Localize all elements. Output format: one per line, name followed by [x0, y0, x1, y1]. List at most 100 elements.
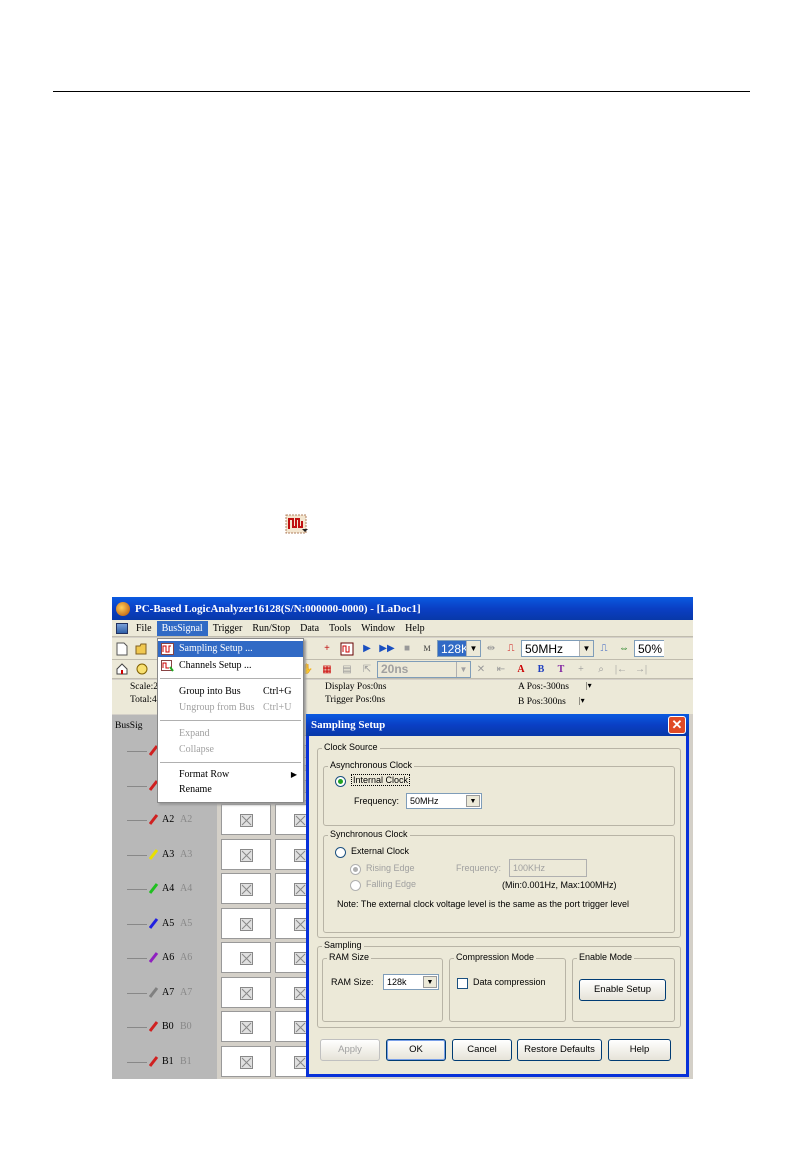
trigger-cell[interactable]: [221, 1011, 271, 1042]
restore-defaults-button[interactable]: Restore Defaults: [517, 1039, 602, 1061]
enable-mode-group: Enable Mode Enable Setup: [572, 952, 675, 1022]
internal-clock-radio[interactable]: [335, 776, 346, 787]
run-icon[interactable]: ▶: [358, 641, 376, 657]
grid-icon[interactable]: ▤: [338, 661, 356, 677]
signal-row[interactable]: A7 A7: [112, 976, 217, 1010]
rising-edge-radio[interactable]: [350, 864, 361, 875]
falling-edge-radio[interactable]: [350, 880, 361, 891]
sampling-setup-icon: [285, 514, 308, 534]
ext-frequency-value: 100KHz: [513, 863, 546, 873]
compress-icon[interactable]: ⇹: [482, 641, 500, 657]
sync-clock-label: Synchronous Clock: [328, 829, 410, 839]
stop-icon[interactable]: ■: [398, 641, 416, 657]
enable-setup-button[interactable]: Enable Setup: [579, 979, 666, 1001]
signal-row[interactable]: A6 A6: [112, 941, 217, 975]
menu-item-collapse[interactable]: Collapse: [158, 742, 303, 758]
chevron-down-icon[interactable]: ▼: [466, 641, 480, 656]
async-clock-group: Asynchronous Clock Internal Clock Freque…: [323, 760, 675, 826]
trigger-marker-icon[interactable]: +: [318, 641, 336, 657]
menu-data[interactable]: Data: [295, 621, 324, 636]
menu-runstop[interactable]: Run/Stop: [247, 621, 295, 636]
trigger-percent-select[interactable]: 50%: [634, 640, 664, 657]
trigger-cell[interactable]: [221, 838, 271, 870]
a-pos-dropdown-icon[interactable]: |▾: [586, 681, 592, 690]
menu-item-label: Channels Setup ...: [179, 660, 252, 671]
menu-item-ungroup-from-bus[interactable]: Ungroup from Bus Ctrl+U: [158, 700, 303, 716]
open-folder-icon[interactable]: [133, 641, 151, 657]
rising-edge-label: Rising Edge: [366, 863, 415, 873]
trigger-cell[interactable]: [221, 804, 271, 835]
menu-help[interactable]: Help: [400, 621, 429, 636]
pattern-icon[interactable]: [338, 641, 356, 657]
menu-window[interactable]: Window: [356, 621, 400, 636]
menu-item-group-into-bus[interactable]: Group into Bus Ctrl+G: [158, 684, 303, 700]
window-titlebar: PC-Based LogicAnalyzer16128(S/N:000000-0…: [112, 597, 693, 620]
new-file-icon[interactable]: [113, 641, 131, 657]
external-clock-icon[interactable]: ⎍: [595, 641, 613, 657]
trigger-cell[interactable]: [221, 1045, 271, 1077]
cursor-t-icon[interactable]: T: [552, 661, 570, 677]
signal-row[interactable]: B0 B0: [112, 1010, 217, 1044]
frequency-select[interactable]: 50MHz ▼: [521, 640, 594, 657]
menu-item-channels-setup[interactable]: Channels Setup ...: [158, 658, 303, 674]
menu-item-sampling-setup[interactable]: Sampling Setup ...: [158, 641, 303, 657]
cursor-row-icon[interactable]: ⇤: [492, 661, 510, 677]
signal-row[interactable]: A5 A5: [112, 907, 217, 941]
calendar-icon[interactable]: ▦: [318, 661, 336, 677]
chevron-down-icon[interactable]: ▼: [456, 661, 470, 677]
apply-button[interactable]: Apply: [320, 1039, 380, 1061]
chevron-down-icon[interactable]: ▼: [579, 641, 593, 656]
cursor-b-icon[interactable]: B: [532, 661, 550, 677]
cursor-icon[interactable]: ⇱: [358, 661, 376, 677]
signal-row[interactable]: A3 A3: [112, 838, 217, 872]
menu-file[interactable]: File: [131, 621, 157, 636]
document-icon[interactable]: [116, 622, 128, 634]
falling-edge-label: Falling Edge: [366, 879, 417, 889]
go-end-icon[interactable]: →|: [632, 661, 650, 677]
sampling-label: Sampling: [322, 940, 364, 950]
trigger-position-icon[interactable]: ⇔: [615, 641, 633, 657]
menu-tools[interactable]: Tools: [324, 621, 356, 636]
ram-size-select[interactable]: 128K ▼: [437, 640, 481, 657]
ok-button[interactable]: OK: [386, 1039, 446, 1061]
signal-row[interactable]: B1 B1: [112, 1045, 217, 1079]
dont-care-icon: [240, 952, 253, 965]
menu-item-format-row[interactable]: Format Row ▶: [158, 767, 303, 783]
trigger-cell[interactable]: [221, 976, 271, 1008]
menu-bussignal[interactable]: BusSignal: [156, 620, 208, 636]
zoom-icon[interactable]: [133, 661, 151, 677]
pen-icon: [149, 917, 159, 929]
cancel-button[interactable]: Cancel: [452, 1039, 512, 1061]
frequency-select[interactable]: 50MHz ▼: [406, 793, 482, 809]
signal-row[interactable]: A4 A4: [112, 872, 217, 906]
home-icon[interactable]: [113, 661, 131, 677]
chevron-down-icon[interactable]: ▼: [466, 795, 480, 807]
menu-item-label: Format Row: [179, 769, 230, 780]
run-continuous-icon[interactable]: ▶▶: [378, 641, 396, 657]
close-icon[interactable]: ✕: [668, 716, 686, 734]
menu-item-rename[interactable]: Rename: [158, 782, 303, 798]
go-start-icon[interactable]: |←: [612, 661, 630, 677]
app-logo-icon: [116, 601, 130, 616]
cursor-plus-icon[interactable]: +: [572, 661, 590, 677]
help-button[interactable]: Help: [608, 1039, 671, 1061]
menu-trigger[interactable]: Trigger: [208, 621, 248, 636]
ram-size-select[interactable]: 128k ▼: [383, 974, 439, 990]
menu-item-expand[interactable]: Expand: [158, 726, 303, 742]
menu-item-shortcut: Ctrl+G: [263, 686, 292, 697]
data-compression-checkbox[interactable]: [457, 978, 468, 989]
binoculars-icon[interactable]: ⌕: [592, 661, 610, 677]
b-pos-dropdown-icon[interactable]: |▾: [579, 696, 585, 705]
external-clock-note: Note: The external clock voltage level i…: [337, 899, 629, 909]
trigger-cell[interactable]: [221, 907, 271, 939]
signal-name: A6: [162, 952, 175, 963]
trigger-cell[interactable]: [221, 873, 271, 904]
delete-marker-icon[interactable]: ✕: [472, 661, 490, 677]
trigger-cell[interactable]: [221, 942, 271, 973]
chevron-down-icon[interactable]: ▼: [423, 976, 437, 988]
signal-row[interactable]: A2 A2: [112, 803, 217, 837]
cursor-a-icon[interactable]: A: [512, 661, 530, 677]
ext-frequency-input[interactable]: 100KHz: [509, 859, 587, 877]
external-clock-radio[interactable]: [335, 847, 346, 858]
time-per-div-select[interactable]: 20ns ▼: [377, 660, 471, 678]
